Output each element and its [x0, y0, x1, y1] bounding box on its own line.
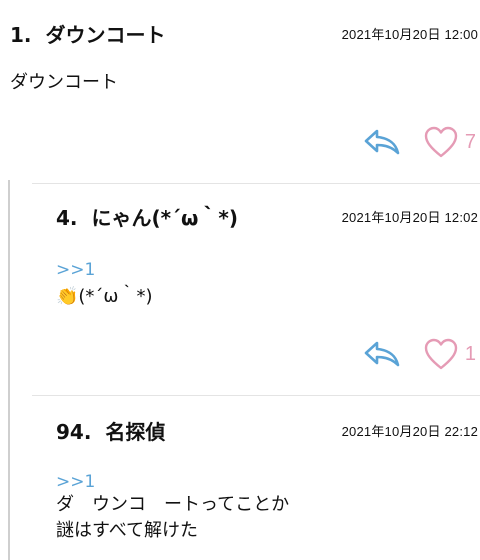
like-count: 7	[464, 131, 476, 153]
reply-thread-line	[8, 180, 10, 560]
post-header: 4. にゃん(*´ω｀*) 2021年10月20日 12:02	[56, 203, 480, 233]
post-date: 2021年10月20日 12:00	[341, 27, 478, 42]
post-author: 名探偵	[105, 420, 166, 444]
post-body-line: 謎はすべて解けた	[56, 520, 199, 541]
heart-icon[interactable]	[423, 125, 459, 159]
post-title: 1. ダウンコート	[10, 20, 165, 50]
reply-icon[interactable]	[363, 339, 401, 369]
divider	[32, 395, 480, 396]
post-body-line: ダウンコート	[10, 72, 118, 93]
post-title: 94. 名探偵	[56, 417, 165, 447]
post-header: 1. ダウンコート 2021年10月20日 12:00	[10, 20, 480, 50]
post-number: 4.	[56, 206, 78, 230]
post-number: 1.	[10, 23, 32, 47]
reply-icon[interactable]	[363, 127, 401, 157]
post-author: にゃん(*´ω｀*)	[91, 206, 239, 230]
post-body-line: 👏(*´ω｀*)	[56, 286, 153, 307]
reply-anchor-link[interactable]: >>1	[56, 259, 95, 281]
post-actions: 1	[363, 337, 476, 371]
post-date: 2021年10月20日 22:12	[341, 424, 478, 439]
post-date: 2021年10月20日 12:02	[341, 210, 478, 225]
post-author: ダウンコート	[45, 23, 166, 47]
divider	[32, 183, 480, 184]
reply-anchor-link[interactable]: >>1	[56, 471, 95, 493]
post-header: 94. 名探偵 2021年10月20日 22:12	[56, 417, 480, 447]
heart-icon[interactable]	[423, 337, 459, 371]
post-actions: 7	[363, 125, 476, 159]
post-number: 94.	[56, 420, 92, 444]
like-count: 1	[464, 343, 476, 365]
post-title: 4. にゃん(*´ω｀*)	[56, 203, 238, 233]
post-body-line: ダ ウンコ ートってことか	[56, 494, 290, 515]
